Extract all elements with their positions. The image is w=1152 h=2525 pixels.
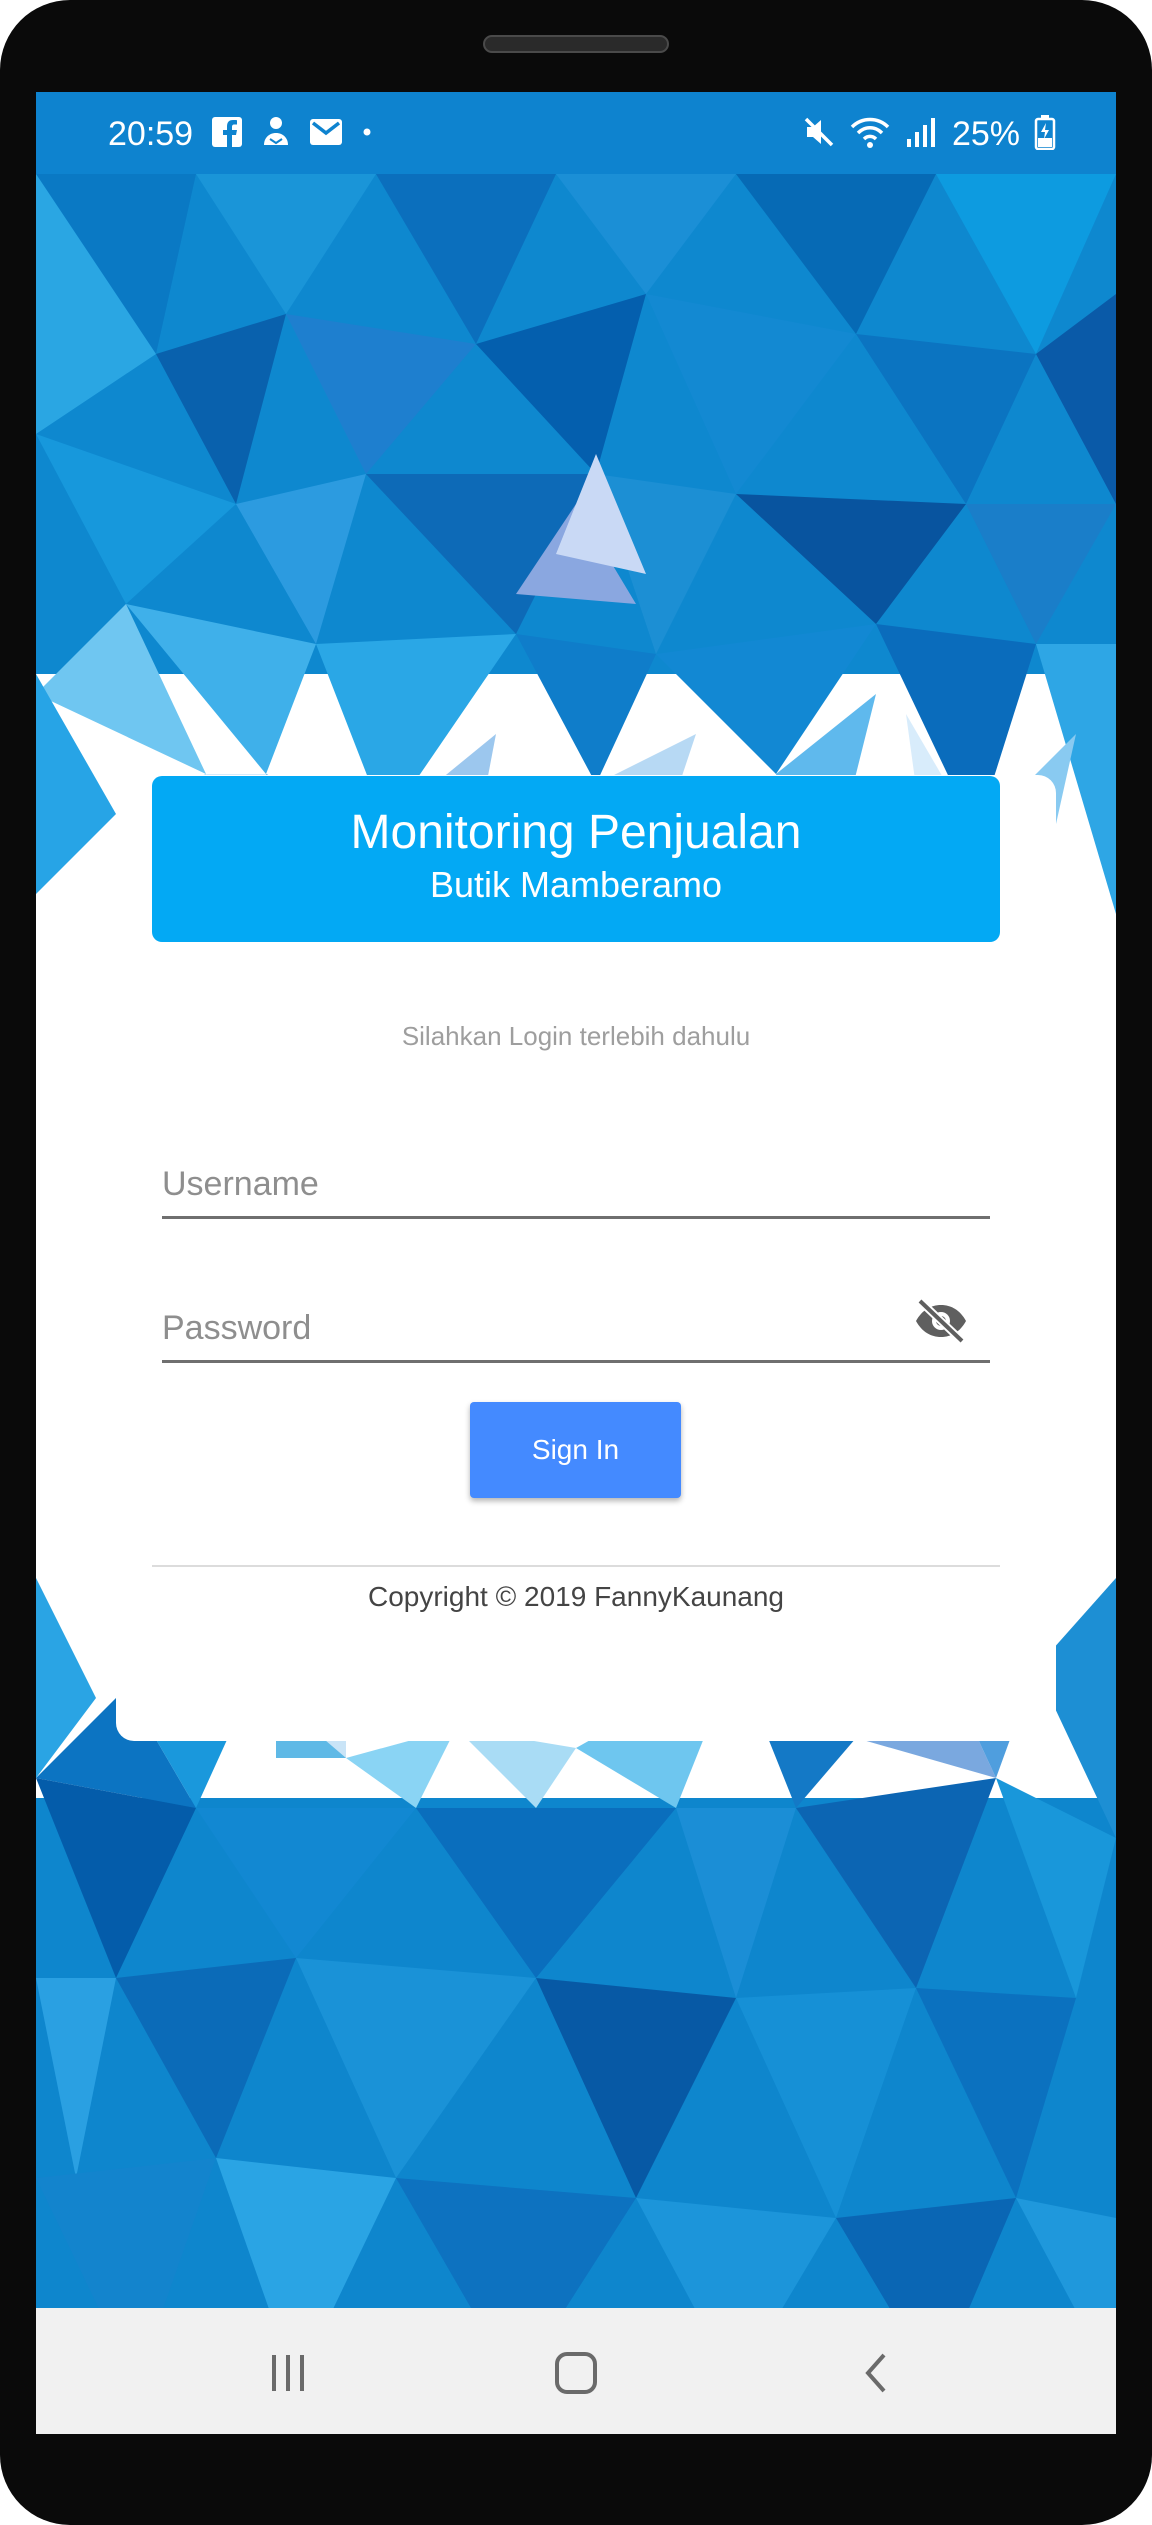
status-bar: 20:59 25% (36, 92, 1116, 174)
speaker-grille (483, 35, 669, 53)
status-right: 25% (802, 110, 1056, 158)
signal-icon (904, 115, 938, 154)
status-left: 20:59 (108, 110, 373, 158)
home-icon[interactable] (541, 2338, 611, 2408)
phone-frame: 20:59 25% Monitoring Penjualan Butik Mam… (0, 0, 1152, 2525)
status-time: 20:59 (108, 114, 194, 153)
back-icon[interactable] (843, 2338, 913, 2408)
username-input[interactable] (162, 1156, 922, 1212)
copyright-text: Copyright © 2019 FannyKaunang (367, 1581, 785, 1612)
battery-charging-icon (1034, 114, 1056, 155)
app-screen: 20:59 25% Monitoring Penjualan Butik Mam… (36, 92, 1116, 2434)
sign-in-button[interactable]: Sign In (470, 1402, 681, 1498)
wifi-icon (850, 115, 890, 154)
dot-icon (361, 125, 373, 143)
username-field (162, 1152, 990, 1219)
facebook-icon (211, 116, 243, 153)
title-banner: Monitoring Penjualan Butik Mamberamo (152, 776, 1000, 942)
password-field (162, 1288, 990, 1363)
contact-icon (261, 115, 291, 154)
recent-apps-icon[interactable] (253, 2338, 323, 2408)
app-subtitle: Butik Mamberamo (429, 864, 723, 905)
footer-divider (152, 1565, 1000, 1567)
mail-icon (309, 118, 343, 151)
mute-icon (802, 115, 836, 154)
battery-percentage: 25% (951, 114, 1020, 153)
app-title: Monitoring Penjualan (350, 806, 802, 859)
login-hint: Silahkan Login terlebih dahulu (401, 1021, 751, 1051)
eye-off-icon[interactable] (912, 1292, 970, 1350)
navigation-bar (36, 2308, 1116, 2434)
password-input[interactable] (162, 1300, 922, 1356)
